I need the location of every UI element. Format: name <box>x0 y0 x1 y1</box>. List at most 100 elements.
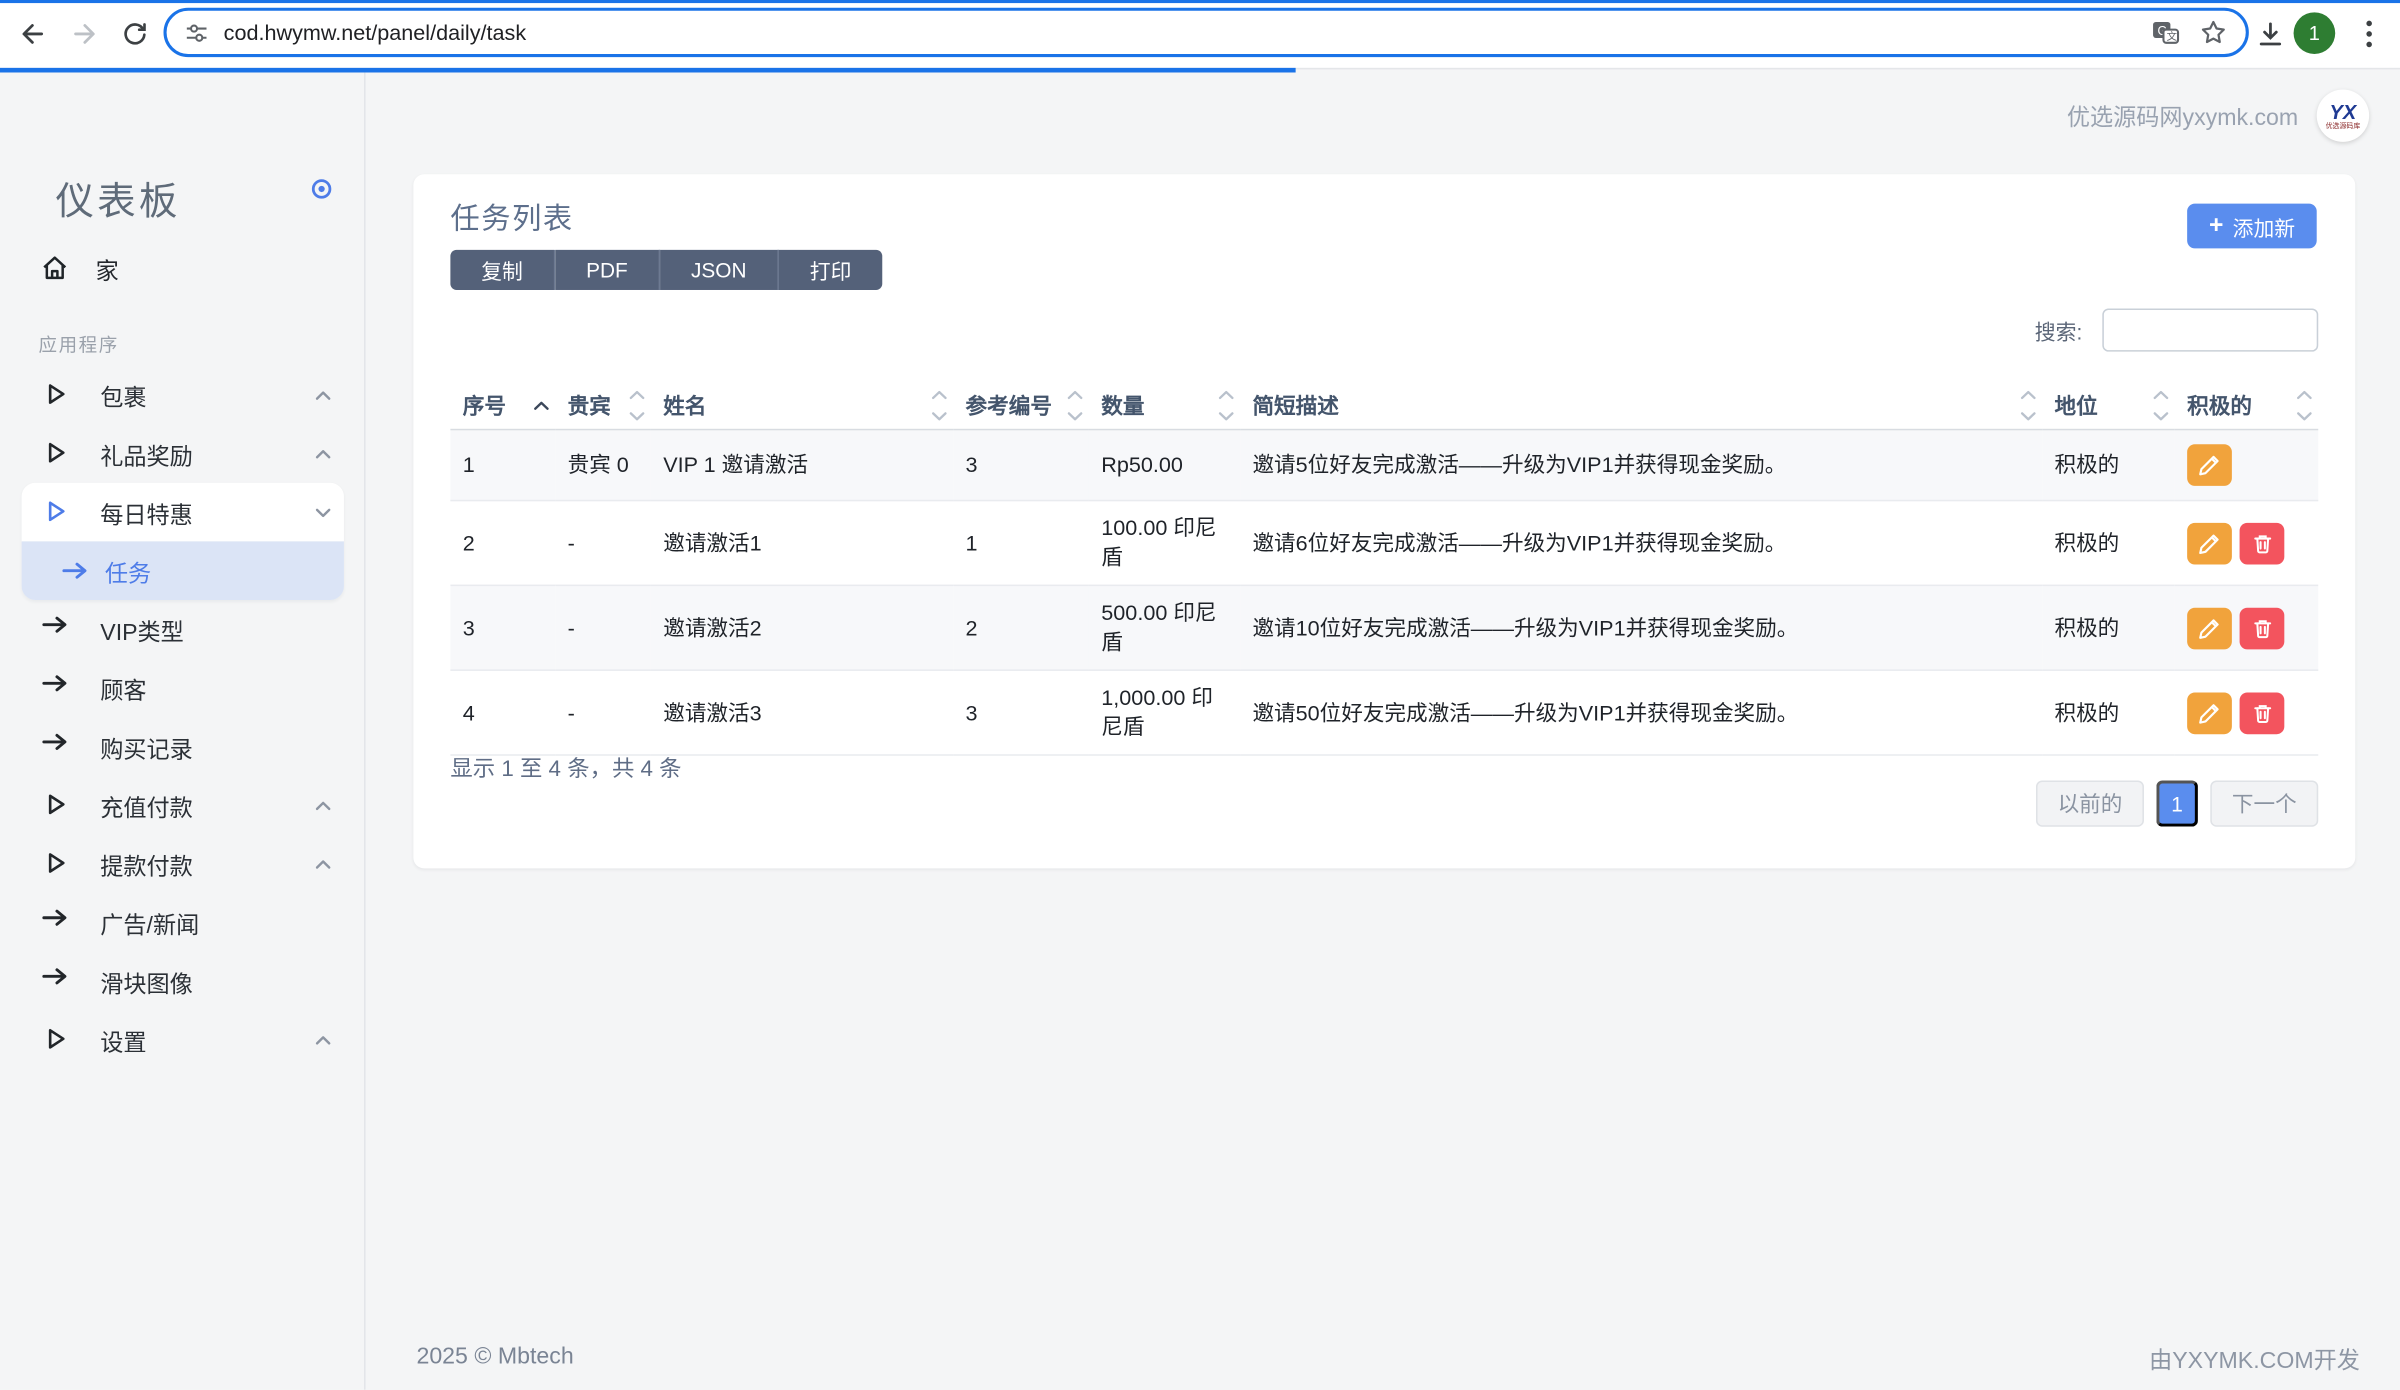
delete-button[interactable] <box>2240 607 2285 649</box>
sidebar-item-设置[interactable]: 设置 <box>0 1010 366 1069</box>
cell-name: 邀请激活3 <box>651 670 953 755</box>
main-content: 优选源码网yxymk.com YX 优选源码库 任务列表 复制PDFJSON打印… <box>366 72 2400 1389</box>
browser-forward-icon[interactable] <box>68 17 102 51</box>
browser-back-icon[interactable] <box>15 17 49 51</box>
delete-button[interactable] <box>2240 522 2285 564</box>
sidebar-pin-icon[interactable] <box>310 177 333 200</box>
search-label: 搜索: <box>2035 315 2082 346</box>
pagination: 以前的 1 下一个 <box>2036 780 2318 826</box>
cell-status: 积极的 <box>2042 501 2175 586</box>
sidebar-item-每日特惠[interactable]: 每日特惠 <box>22 483 344 542</box>
cell-no: 3 <box>450 585 555 670</box>
sidebar-item-礼品奖励[interactable]: 礼品奖励 <box>0 424 366 483</box>
column-header-参考编号[interactable]: 参考编号 <box>953 383 1089 430</box>
add-new-button[interactable]: + 添加新 <box>2187 204 2316 249</box>
browser-profile-avatar[interactable]: 1 <box>2294 12 2336 54</box>
address-bar[interactable]: cod.hwymw.net/panel/daily/task G文 <box>163 8 2248 57</box>
cell-qty: 100.00 印尼盾 <box>1089 501 1240 586</box>
search-input[interactable] <box>2102 308 2318 351</box>
sidebar-item-home[interactable]: 家 <box>0 239 366 298</box>
cell-qty: 1,000.00 印尼盾 <box>1089 670 1240 755</box>
sidebar-item-顾客[interactable]: 顾客 <box>0 659 366 718</box>
cell-vip: - <box>555 585 651 670</box>
page: cod.hwymw.net/panel/daily/task G文 1 仪表板 <box>0 0 2400 1390</box>
browser-reload-icon[interactable] <box>117 17 151 51</box>
column-header-label: 数量 <box>1101 393 1144 418</box>
column-header-数量[interactable]: 数量 <box>1089 383 1240 430</box>
arrow-icon <box>62 561 88 580</box>
sort-ascending-icon <box>534 401 549 410</box>
pagination-previous-button[interactable]: 以前的 <box>2036 780 2144 826</box>
export-button-json[interactable]: JSON <box>660 250 779 290</box>
cell-ref: 1 <box>953 501 1089 586</box>
sidebar-item-label: 滑块图像 <box>100 967 193 999</box>
table-header-row: 序号贵宾姓名 参考编号数量 简短描述地位积极的 <box>450 383 2318 430</box>
page-footer: 2025 © Mbtech 由YXYMK.COM开发 <box>366 1343 2400 1375</box>
cell-name: 邀请激活1 <box>651 501 953 586</box>
plus-icon: + <box>2209 214 2223 239</box>
sidebar-item-购买记录[interactable]: 购买记录 <box>0 717 366 776</box>
pencil-icon <box>2198 616 2221 639</box>
column-header-贵宾[interactable]: 贵宾 <box>555 383 651 430</box>
column-header-序号[interactable]: 序号 <box>450 383 555 430</box>
sidebar-item-VIP类型[interactable]: VIP类型 <box>0 600 366 659</box>
chevron-up-icon <box>315 859 332 870</box>
brand-logo-avatar[interactable]: YX 优选源码库 <box>2317 89 2369 141</box>
sidebar-item-滑块图像[interactable]: 滑块图像 <box>0 952 366 1011</box>
column-header-简短描述[interactable]: 简短描述 <box>1240 383 2042 430</box>
table-row: 1贵宾 0VIP 1 邀请激活3Rp50.00邀请5位好友完成激活——升级为VI… <box>450 430 2318 501</box>
translate-icon[interactable]: G文 <box>2152 19 2180 47</box>
arrow-icon <box>42 615 68 634</box>
browser-menu-icon[interactable] <box>2355 15 2383 52</box>
sidebar-item-广告/新闻[interactable]: 广告/新闻 <box>0 893 366 952</box>
brand-logo-monogram: YX <box>2330 103 2357 122</box>
export-button-复制[interactable]: 复制 <box>450 250 555 290</box>
column-header-label: 姓名 <box>663 393 706 418</box>
sidebar-subitem-label: 任务 <box>105 557 151 589</box>
arrow-icon <box>42 967 68 986</box>
cell-ref: 3 <box>953 430 1089 501</box>
pagination-next-button[interactable]: 下一个 <box>2210 780 2318 826</box>
export-button-打印[interactable]: 打印 <box>779 250 882 290</box>
column-header-地位[interactable]: 地位 <box>2042 383 2175 430</box>
cell-desc: 邀请6位好友完成激活——升级为VIP1并获得现金奖励。 <box>1240 501 2042 586</box>
table-row: 3-邀请激活22500.00 印尼盾邀请10位好友完成激活——升级为VIP1并获… <box>450 585 2318 670</box>
export-button-pdf[interactable]: PDF <box>555 250 660 290</box>
cell-desc: 邀请50位好友完成激活——升级为VIP1并获得现金奖励。 <box>1240 670 2042 755</box>
sidebar-item-label: 提款付款 <box>100 850 193 882</box>
edit-button[interactable] <box>2187 522 2232 564</box>
cell-no: 4 <box>450 670 555 755</box>
sidebar-item-充值付款[interactable]: 充值付款 <box>0 776 366 835</box>
edit-button[interactable] <box>2187 607 2232 649</box>
sidebar-item-label: 充值付款 <box>100 791 193 823</box>
download-icon[interactable] <box>2253 17 2287 51</box>
edit-button[interactable] <box>2187 692 2232 734</box>
site-settings-icon[interactable] <box>184 19 210 45</box>
home-icon <box>40 253 69 282</box>
column-header-label: 积极的 <box>2187 393 2252 418</box>
delete-button[interactable] <box>2240 692 2285 734</box>
pagination-page-1-button[interactable]: 1 <box>2156 780 2198 826</box>
column-header-姓名[interactable]: 姓名 <box>651 383 953 430</box>
cell-vip: - <box>555 501 651 586</box>
brand-logo-subtext: 优选源码库 <box>2326 121 2361 129</box>
play-icon <box>42 440 68 466</box>
cell-status: 积极的 <box>2042 430 2175 501</box>
chevron-up-icon <box>315 801 332 812</box>
sidebar-subitem-任务[interactable]: 任务 <box>22 541 344 600</box>
column-header-积极的[interactable]: 积极的 <box>2175 383 2318 430</box>
chevron-up-icon <box>315 449 332 460</box>
chevron-up-icon <box>315 1035 332 1046</box>
sidebar-item-提款付款[interactable]: 提款付款 <box>0 834 366 893</box>
play-icon <box>42 791 68 817</box>
bookmark-star-icon[interactable] <box>2199 19 2227 47</box>
pencil-icon <box>2198 531 2221 554</box>
edit-button[interactable] <box>2187 444 2232 486</box>
sort-icons <box>2021 390 2036 421</box>
add-new-label: 添加新 <box>2233 211 2295 242</box>
sidebar-item-包裹[interactable]: 包裹 <box>0 366 366 425</box>
table-row: 2-邀请激活11100.00 印尼盾邀请6位好友完成激活——升级为VIP1并获得… <box>450 501 2318 586</box>
trash-icon <box>2251 531 2273 554</box>
pencil-icon <box>2198 453 2221 476</box>
browser-toolbar: cod.hwymw.net/panel/daily/task G文 1 <box>0 0 2400 68</box>
